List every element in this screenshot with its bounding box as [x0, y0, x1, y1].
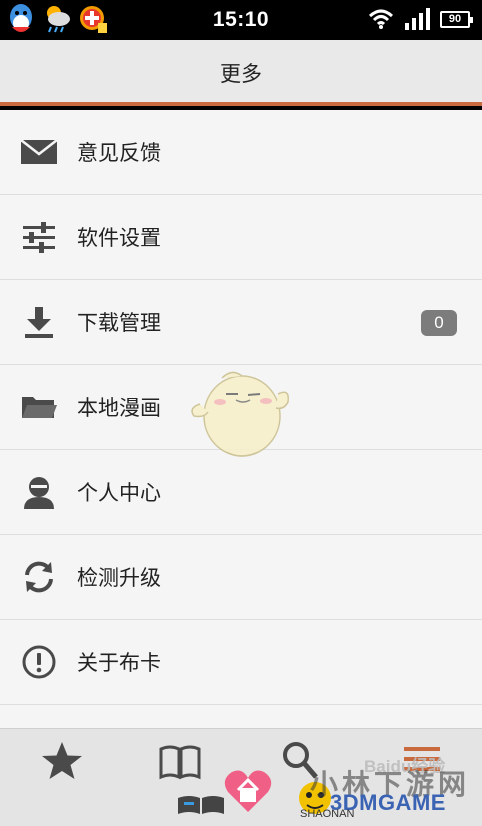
mail-icon	[21, 134, 57, 170]
download-icon	[21, 304, 57, 340]
menu-item-label: 软件设置	[77, 226, 161, 250]
menu-item-label: 本地漫画	[77, 396, 161, 420]
menu-item-label: 关于布卡	[77, 651, 161, 675]
user-icon	[21, 474, 57, 510]
mascot-sticker	[191, 371, 290, 457]
menu-item-label: 下载管理	[77, 311, 161, 335]
menu-item-label: 个人中心	[77, 481, 161, 505]
book-icon	[159, 745, 201, 780]
tab-favorites[interactable]	[40, 739, 84, 783]
menu-item-settings[interactable]: 软件设置	[0, 195, 482, 280]
refresh-icon	[21, 559, 57, 595]
sliders-icon	[21, 219, 57, 255]
open-book-watermark-icon	[178, 796, 224, 814]
menu-item-check-update[interactable]: 检测升级	[0, 535, 482, 620]
menu-item-downloads[interactable]: 下载管理 0	[0, 280, 482, 365]
tab-library[interactable]	[158, 739, 202, 783]
page-title: 更多	[220, 62, 262, 86]
star-icon	[42, 742, 82, 779]
folder-icon	[21, 389, 57, 425]
status-bar: 15:10 90	[0, 0, 482, 40]
battery-indicator: 90	[440, 10, 473, 28]
heart-watermark-icon	[224, 770, 272, 812]
shaonan-watermark: SHAONAN	[300, 808, 355, 820]
info-icon	[21, 644, 57, 680]
header-bar: 更多	[0, 40, 482, 106]
wifi-icon	[368, 9, 394, 29]
download-count-badge: 0	[421, 310, 457, 336]
menu-item-about[interactable]: 关于布卡	[0, 620, 482, 705]
menu-item-label: 检测升级	[77, 566, 161, 590]
status-indicators: 90	[368, 8, 473, 30]
menu-item-feedback[interactable]: 意见反馈	[0, 110, 482, 195]
signal-icon	[405, 8, 430, 30]
menu-item-label: 意见反馈	[77, 141, 161, 165]
